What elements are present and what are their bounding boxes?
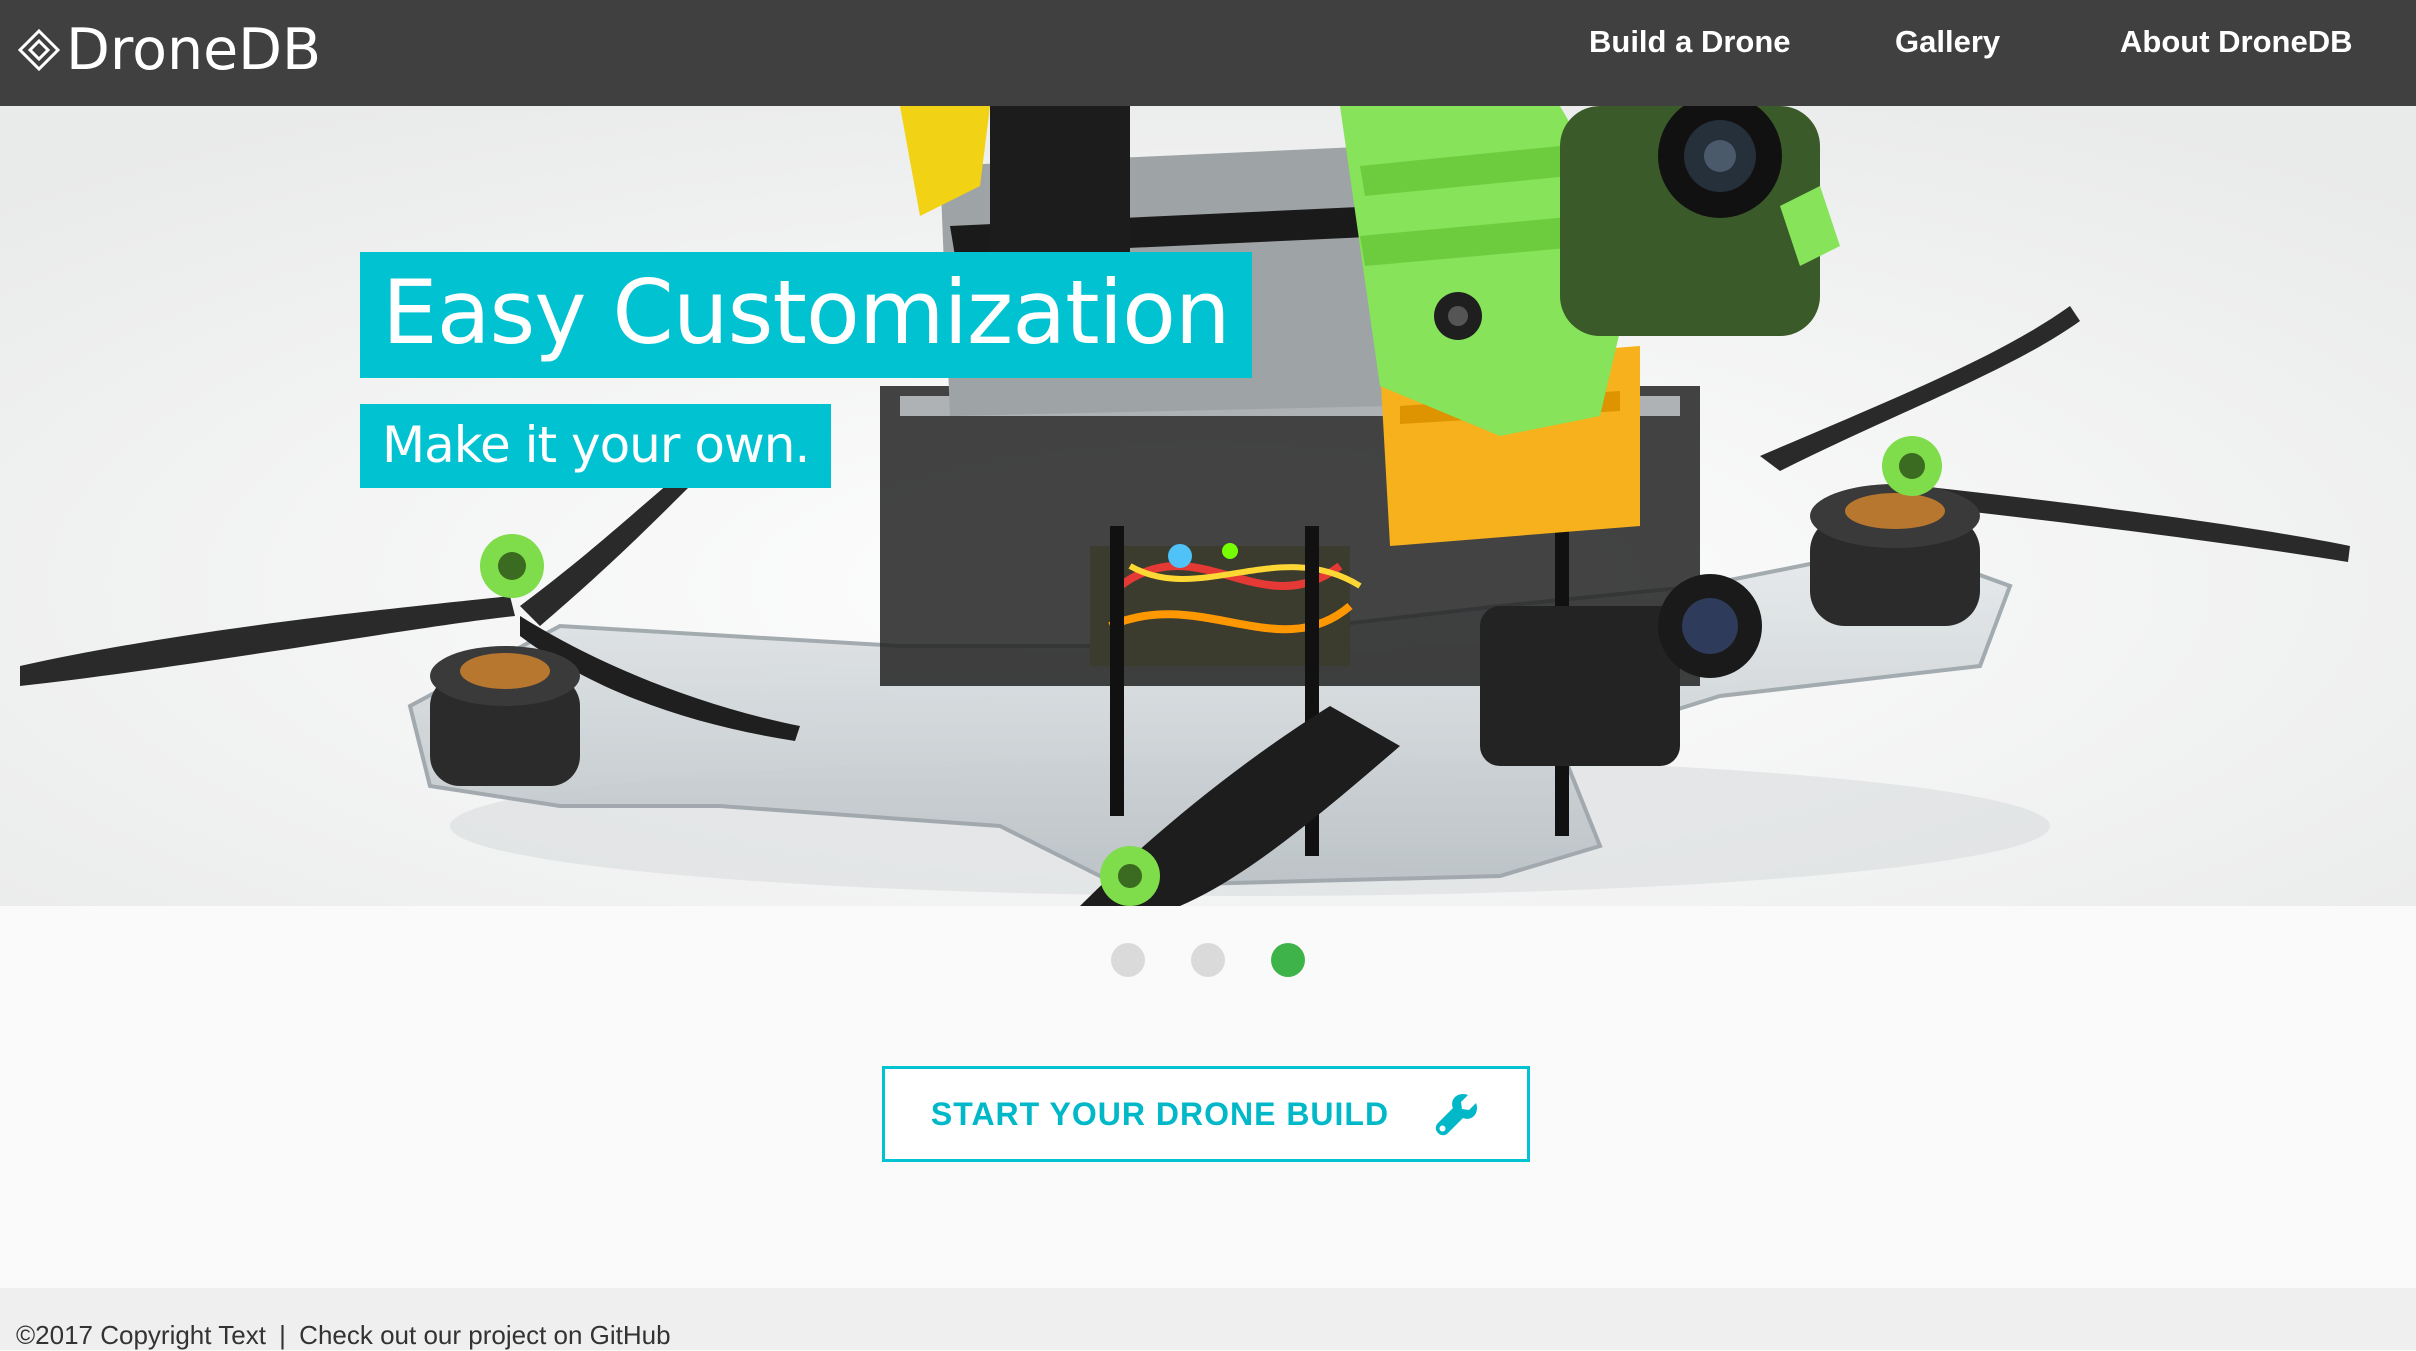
nav-build-a-drone[interactable]: Build a Drone [1589,24,1791,60]
drone-photo [0,106,2416,906]
github-link[interactable]: Check out our project on GitHub [299,1320,670,1350]
slide-subline: Make it your own. [360,404,832,488]
wrench-icon [1435,1094,1478,1136]
carousel-dot-3[interactable] [1271,943,1305,977]
nav-gallery[interactable]: Gallery [1895,24,2000,60]
diamond-logo-icon [17,28,61,72]
carousel-indicators [1111,943,1305,977]
start-drone-build-button[interactable]: START YOUR DRONE BUILD [882,1066,1530,1162]
nav-about-dronedb[interactable]: About DroneDB [2120,24,2352,60]
carousel-dot-2[interactable] [1191,943,1225,977]
slide-headline: Easy Customization [360,252,1252,378]
footer-separator: | [279,1320,286,1350]
start-drone-build-label: START YOUR DRONE BUILD [930,1095,1390,1132]
brand-name: DroneDB [66,17,322,83]
brand-home-link[interactable]: DroneDB [14,10,321,90]
page-footer: ©2017 Copyright Text | Check out our pro… [0,1288,2416,1350]
top-navbar: DroneDB Build a Drone Gallery About Dron… [0,0,2416,106]
footer-text: ©2017 Copyright Text | Check out our pro… [16,1320,671,1351]
copyright-text: ©2017 Copyright Text [16,1320,266,1350]
hero-carousel: Easy Customization Make it your own. [0,106,2416,906]
carousel-dot-1[interactable] [1111,943,1145,977]
